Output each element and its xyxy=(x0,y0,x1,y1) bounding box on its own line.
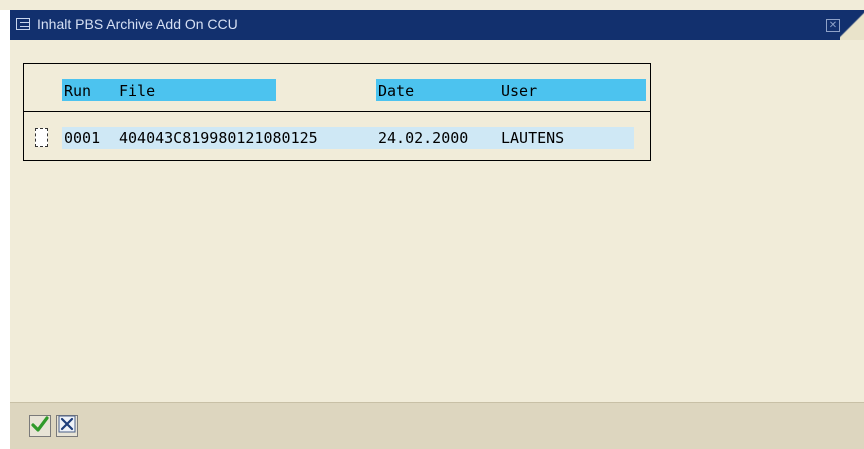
cell-date: 24.02.2000 xyxy=(378,129,469,147)
row-select-checkbox[interactable] xyxy=(35,128,48,147)
checkmark-icon xyxy=(31,415,49,437)
column-header-date[interactable]: Date xyxy=(378,81,414,101)
cancel-icon xyxy=(58,415,76,437)
confirm-button[interactable] xyxy=(29,415,51,437)
title-bar-corner xyxy=(840,10,864,40)
title-bar[interactable]: Inhalt PBS Archive Add On CCU ✕ xyxy=(10,10,864,40)
column-header-run[interactable]: Run xyxy=(64,81,91,101)
close-icon[interactable]: ✕ xyxy=(826,19,840,32)
cancel-button[interactable] xyxy=(56,415,78,437)
header-divider xyxy=(24,111,650,112)
archive-content-table: Run File Date User 0001 404043C819980121… xyxy=(23,63,651,161)
window-menu-icon[interactable] xyxy=(16,18,30,30)
window-title: Inhalt PBS Archive Add On CCU xyxy=(37,16,238,32)
dialog-window: Inhalt PBS Archive Add On CCU ✕ Run File… xyxy=(0,0,864,449)
bottom-toolbar xyxy=(10,402,864,449)
window-left-edge xyxy=(0,10,10,449)
cell-user: LAUTENS xyxy=(501,129,565,147)
column-header-user[interactable]: User xyxy=(501,81,537,101)
cell-file: 404043C819980121080125 xyxy=(119,129,318,147)
header-highlight-run-file xyxy=(62,79,276,101)
column-header-file[interactable]: File xyxy=(119,81,155,101)
cell-run: 0001 xyxy=(64,129,101,147)
